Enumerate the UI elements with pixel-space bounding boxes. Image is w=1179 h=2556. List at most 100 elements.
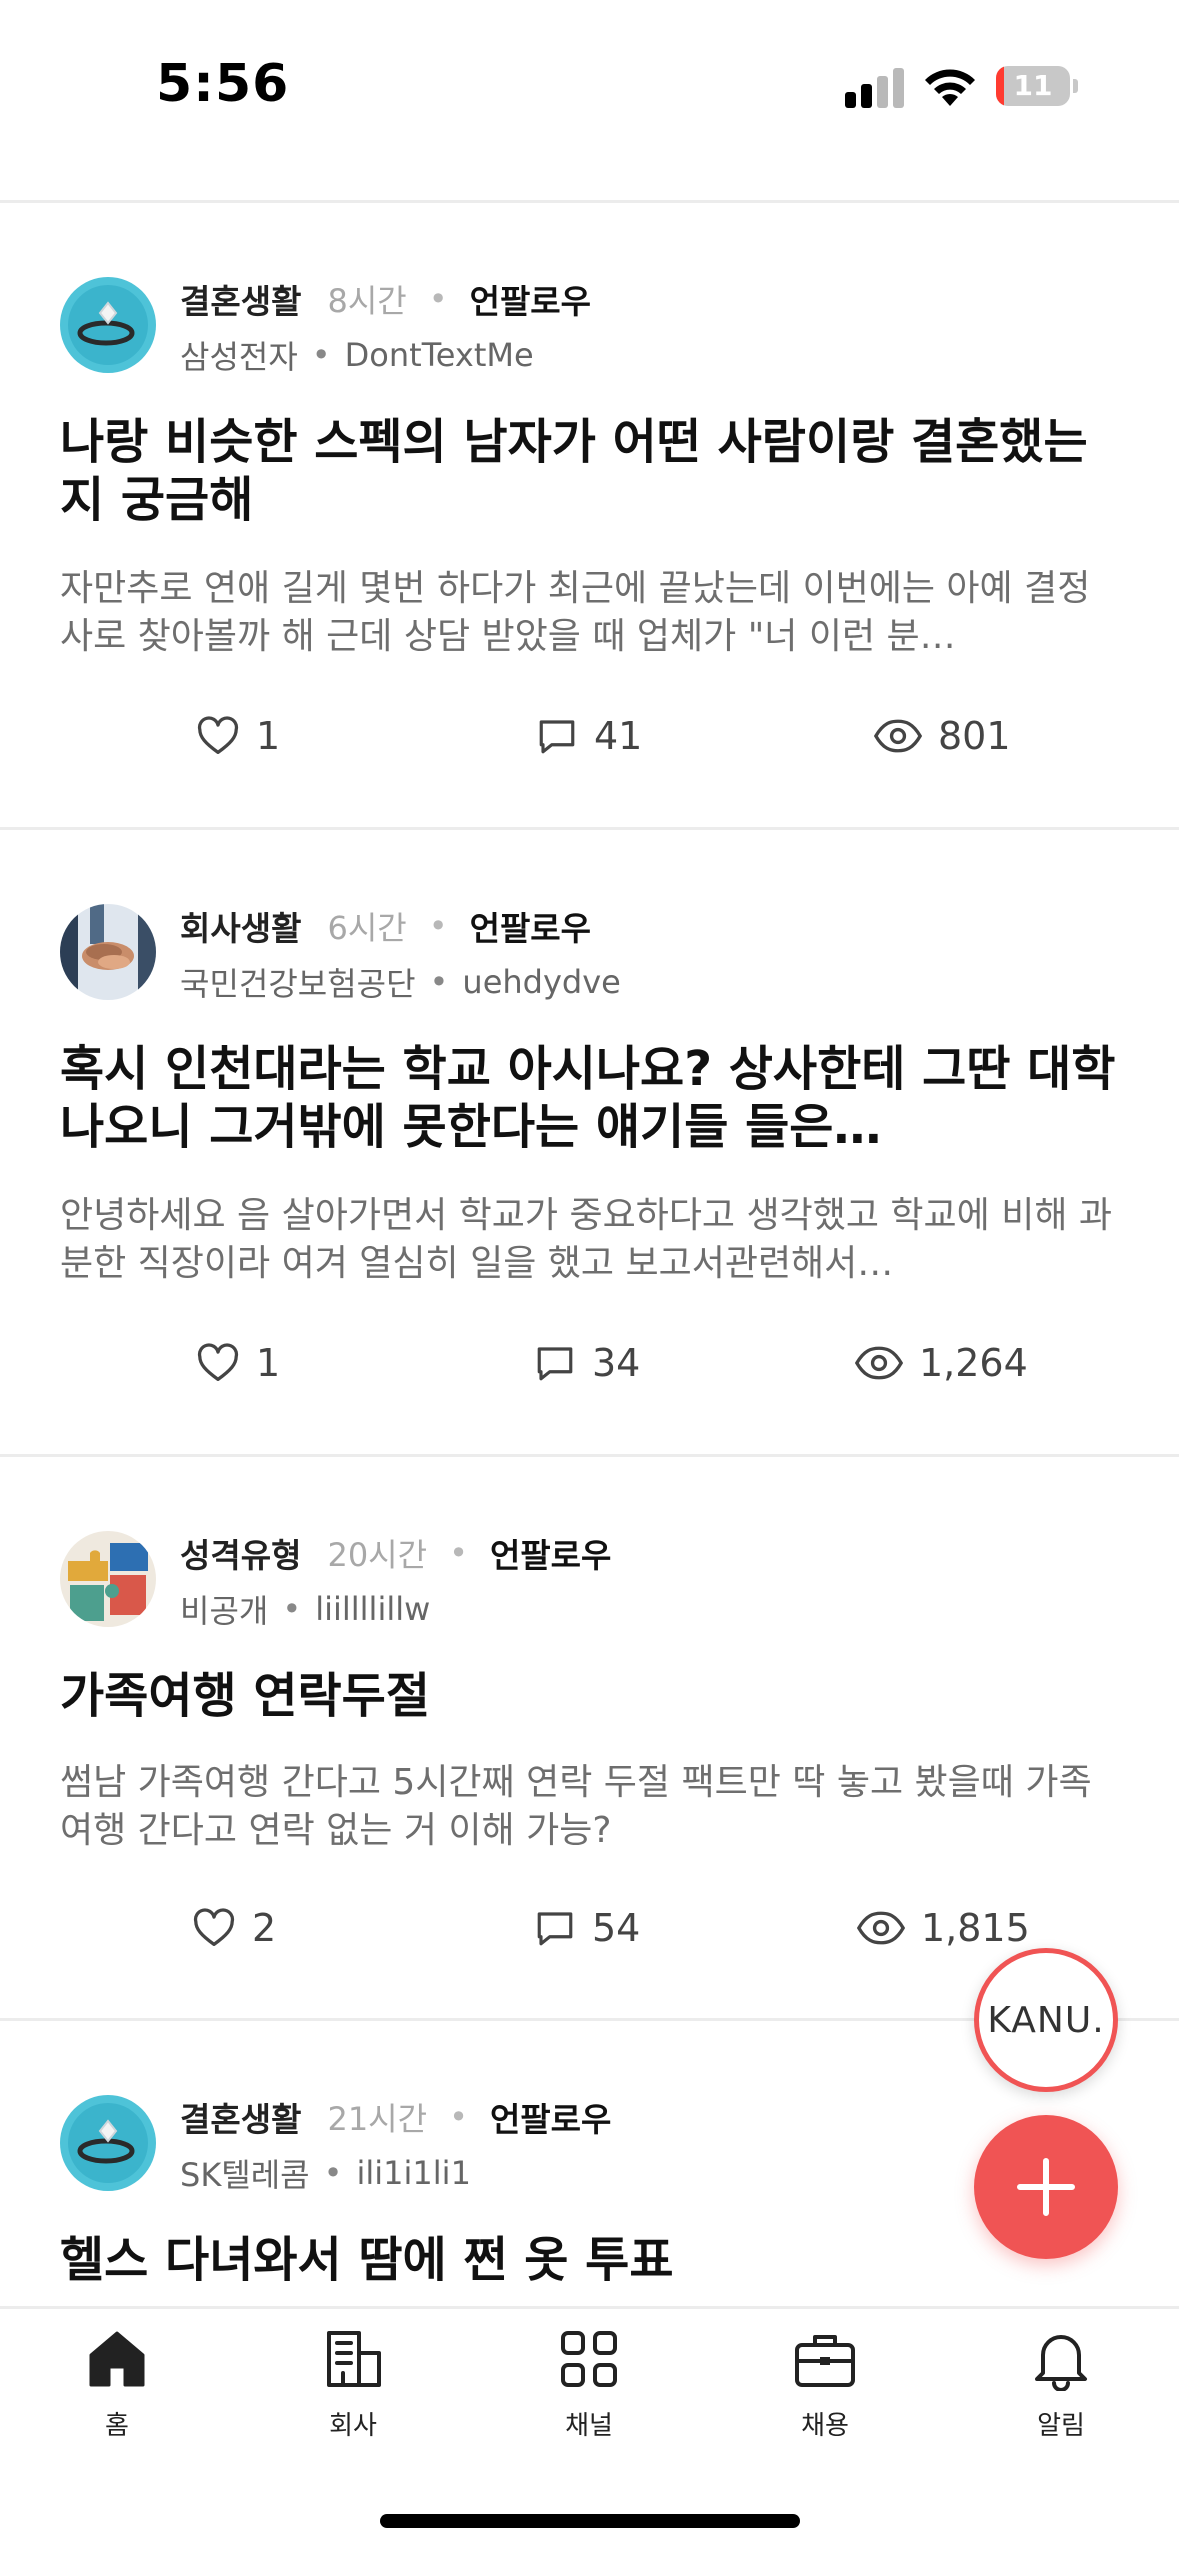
heart-icon: [193, 1908, 235, 1946]
unfollow-button[interactable]: 언팔로우: [490, 2093, 611, 2141]
author-company: 비공개: [180, 1592, 269, 1630]
status-bar: 5:56 11: [0, 0, 1179, 200]
author-nickname[interactable]: uehdydve: [462, 963, 620, 1001]
post-excerpt[interactable]: 자만추로 연애 길게 몇번 하다가 최근에 끝났는데 이번에는 아예 결정사로 …: [60, 565, 1120, 661]
post-excerpt[interactable]: 썸남 가족여행 간다고 5시간째 연락 두절 팩트만 딱 놓고 봤을때 가족 여…: [60, 1759, 1120, 1855]
nav-home[interactable]: 홈: [37, 2327, 197, 2467]
ring-icon[interactable]: [60, 277, 156, 373]
comment-button[interactable]: 41: [536, 706, 642, 766]
meta-dot: •: [428, 280, 448, 318]
post-title[interactable]: 혹시 인천대라는 학교 아시나요? 상사한테 그딴 대학나오니 그거밖에 못한다…: [60, 1040, 1120, 1156]
author-nickname[interactable]: ili1i1li1: [357, 2154, 471, 2192]
meta-separator: •: [429, 963, 449, 1001]
post-excerpt[interactable]: 안녕하세요 음 살아가면서 학교가 중요하다고 생각했고 학교에 비해 과분한 …: [60, 1192, 1120, 1288]
meta-separator: •: [282, 1590, 302, 1628]
like-button[interactable]: 1: [196, 706, 280, 766]
nav-notifications[interactable]: 알림: [981, 2327, 1141, 2467]
post-time: 21시간: [327, 2100, 428, 2138]
post-time: 20시간: [327, 1536, 428, 1574]
heart-icon: [197, 1343, 239, 1381]
meta-separator: •: [323, 2154, 343, 2192]
post-meta: 결혼생활 21시간 • 언팔로우 SK텔레콤 • ili1i1li1: [180, 2089, 611, 2201]
kanu-ad-button[interactable]: KANU.: [974, 1948, 1118, 2092]
post-time: 6시간: [327, 909, 407, 947]
author-nickname[interactable]: liillllillw: [315, 1590, 430, 1628]
battery-icon: 11: [996, 66, 1078, 106]
post-feed[interactable]: 결혼생활 8시간 • 언팔로우 삼성전자 • DontTextMe 나랑 비슷한…: [0, 203, 1179, 2421]
nav-label: 홈: [105, 2411, 129, 2441]
home-icon: [89, 2331, 145, 2387]
eye-icon: [874, 719, 922, 753]
comment-count: 41: [594, 714, 643, 758]
post-title[interactable]: 헬스 다녀와서 땀에 쩐 옷 투표: [60, 2231, 1120, 2289]
unfollow-button[interactable]: 언팔로우: [470, 275, 591, 323]
nav-company[interactable]: 회사: [273, 2327, 433, 2467]
status-time: 5:56: [156, 54, 290, 114]
nav-label: 채널: [565, 2411, 613, 2441]
comment-icon: [537, 1347, 573, 1381]
post-meta: 회사생활 6시간 • 언팔로우 국민건강보험공단 • uehdydve: [180, 898, 621, 1010]
view-count: 801: [938, 714, 1011, 758]
views-stat: 801: [874, 706, 1011, 766]
comment-button[interactable]: 54: [534, 1898, 640, 1958]
puzzle-icon[interactable]: [60, 1531, 156, 1627]
post-card[interactable]: 성격유형 20시간 • 언팔로우 비공개 • liillllillw 가족여행 …: [0, 1457, 1179, 2021]
post-card[interactable]: 회사생활 6시간 • 언팔로우 국민건강보험공단 • uehdydve 혹시 인…: [0, 830, 1179, 1457]
unfollow-button[interactable]: 언팔로우: [490, 1529, 611, 1577]
channel-name[interactable]: 회사생활: [180, 902, 301, 950]
nav-label: 알림: [1037, 2411, 1085, 2441]
channel-name[interactable]: 결혼생활: [180, 2093, 301, 2141]
like-count: 1: [256, 1341, 281, 1385]
meta-dot: •: [449, 2098, 468, 2136]
unfollow-button[interactable]: 언팔로우: [470, 902, 591, 950]
ring-icon[interactable]: [60, 2095, 156, 2191]
view-count: 1,264: [919, 1341, 1028, 1385]
like-count: 1: [256, 714, 281, 758]
app-screen: 5:56 11 결혼생활 8시간 • 언팔로우 삼성전자 • DontTextM…: [0, 0, 1179, 2556]
meta-dot: •: [449, 1534, 468, 1572]
battery-percent: 11: [1013, 69, 1053, 102]
nav-channel[interactable]: 채널: [509, 2327, 669, 2467]
meta-dot: •: [428, 907, 448, 945]
comment-button[interactable]: 34: [534, 1333, 640, 1393]
post-time: 8시간: [327, 282, 407, 320]
home-indicator[interactable]: [380, 2514, 800, 2528]
bell-icon: [1035, 2335, 1087, 2391]
briefcase-icon: [795, 2335, 855, 2387]
write-post-button[interactable]: [974, 2115, 1118, 2259]
post-card[interactable]: 결혼생활 8시간 • 언팔로우 삼성전자 • DontTextMe 나랑 비슷한…: [0, 203, 1179, 830]
meta-separator: •: [311, 336, 331, 374]
comment-count: 54: [592, 1906, 641, 1950]
author-nickname[interactable]: DontTextMe: [345, 336, 534, 374]
comment-icon: [537, 1912, 573, 1946]
channel-name[interactable]: 성격유형: [180, 1529, 301, 1577]
building-icon: [327, 2331, 381, 2387]
author-company: 국민건강보험공단: [180, 965, 416, 1003]
like-button[interactable]: 2: [192, 1898, 276, 1958]
like-button[interactable]: 1: [196, 1333, 280, 1393]
eye-icon: [857, 1911, 905, 1945]
view-count: 1,815: [921, 1906, 1030, 1950]
post-stats: 2 54 1,815: [0, 1898, 1179, 1958]
post-title[interactable]: 가족여행 연락두절: [60, 1667, 1120, 1725]
nav-label: 채용: [801, 2411, 849, 2441]
like-count: 2: [252, 1906, 277, 1950]
post-stats: 1 41 801: [0, 706, 1179, 766]
post-meta: 결혼생활 8시간 • 언팔로우 삼성전자 • DontTextMe: [180, 271, 591, 383]
post-stats: 1 34 1,264: [0, 1333, 1179, 1393]
nav-jobs[interactable]: 채용: [745, 2327, 905, 2467]
channel-name[interactable]: 결혼생활: [180, 275, 301, 323]
plus-icon: [1017, 2158, 1075, 2216]
team-hands-icon[interactable]: [60, 904, 156, 1000]
comment-count: 34: [592, 1341, 641, 1385]
nav-label: 회사: [329, 2411, 377, 2441]
comment-icon: [539, 720, 575, 754]
eye-icon: [855, 1346, 903, 1380]
post-meta: 성격유형 20시간 • 언팔로우 비공개 • liillllillw: [180, 1525, 611, 1637]
views-stat: 1,815: [857, 1898, 1030, 1958]
post-title[interactable]: 나랑 비슷한 스펙의 남자가 어떤 사람이랑 결혼했는지 궁금해: [60, 413, 1120, 529]
cellular-signal-icon: [845, 68, 905, 108]
author-company: 삼성전자: [180, 338, 298, 376]
author-company: SK텔레콤: [180, 2156, 310, 2194]
wifi-icon: [925, 69, 975, 106]
